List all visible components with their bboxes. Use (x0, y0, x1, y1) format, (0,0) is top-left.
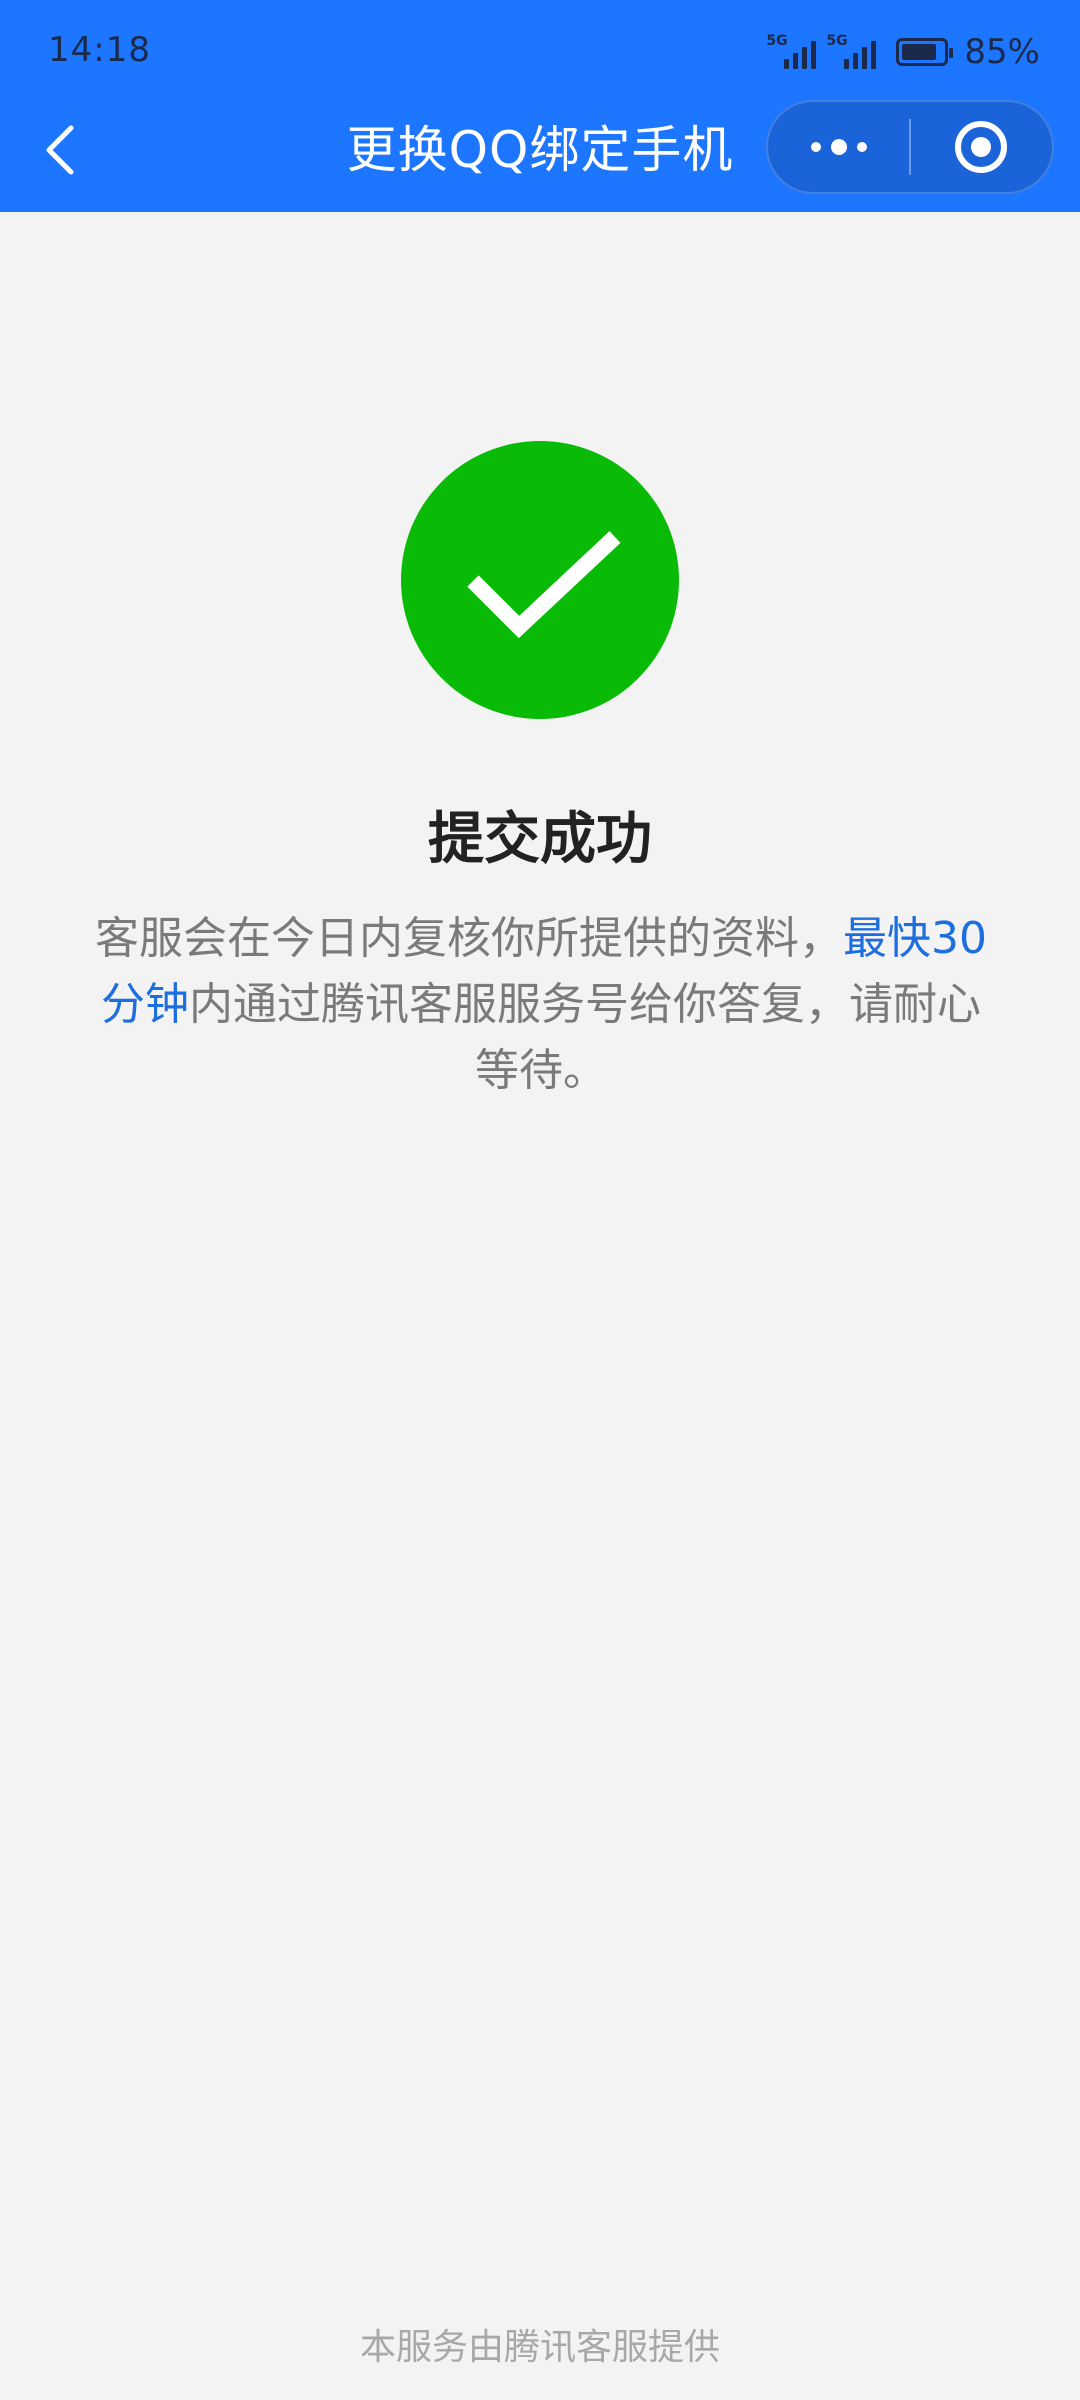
check-circle-icon (401, 441, 679, 719)
more-button[interactable] (768, 102, 909, 192)
signal-icon-2: 5G (826, 33, 877, 69)
description-text: 客服会在今日内复核你所提供的资料， (95, 913, 843, 964)
close-button[interactable] (911, 102, 1052, 192)
battery-percent: 85% (964, 32, 1040, 72)
status-time: 14:18 (48, 30, 151, 70)
description-text-2: 内通过腾讯客服服务号给你答复，请耐心等待。 (189, 979, 981, 1096)
chevron-left-icon (46, 125, 74, 175)
back-button[interactable] (30, 112, 90, 188)
mini-program-capsule (766, 100, 1054, 194)
status-icons: 5G 5G 85% (766, 28, 1040, 76)
result-description: 客服会在今日内复核你所提供的资料，最快30分钟内通过腾讯客服服务号给你答复，请耐… (86, 906, 996, 1104)
result-title: 提交成功 (428, 807, 652, 872)
target-circle-icon (955, 121, 1008, 173)
footer-provider-text: 本服务由腾讯客服提供 (359, 2327, 720, 2368)
network-type-label-2: 5G (826, 33, 848, 49)
top-header: 14:18 5G 5G 85% 更换QQ绑定手机 (0, 0, 1080, 212)
signal-icon: 5G (766, 33, 817, 69)
more-dots-icon (810, 139, 867, 155)
battery-fill (902, 44, 937, 60)
network-type-label: 5G (766, 33, 788, 49)
battery-icon (896, 38, 954, 66)
